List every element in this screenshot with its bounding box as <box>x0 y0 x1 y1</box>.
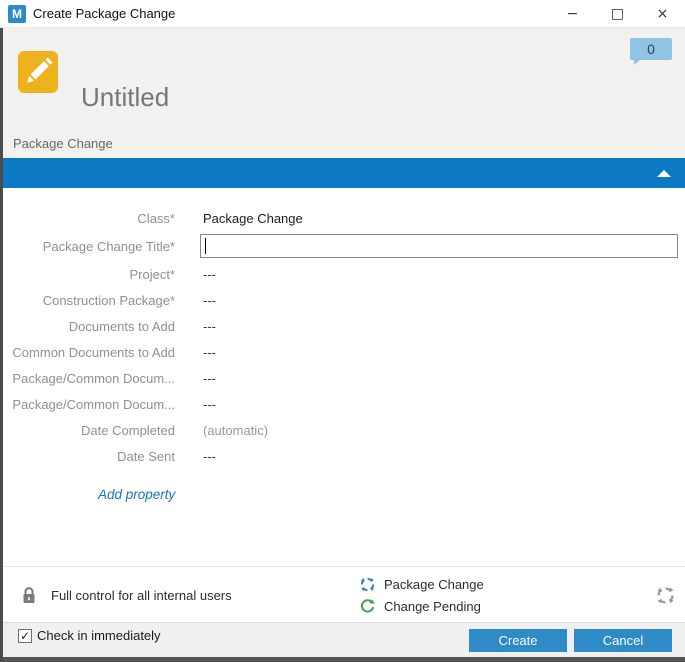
property-row: Package Change Title* <box>3 231 685 261</box>
mfiles-app-icon: M <box>8 4 26 23</box>
minimize-button[interactable]: − <box>550 0 595 27</box>
state-pending-icon <box>361 598 375 613</box>
property-value[interactable]: (automatic) <box>203 423 268 438</box>
property-value[interactable]: --- <box>203 449 216 464</box>
metadata-header: Untitled 0 Package Change <box>3 28 685 158</box>
close-button[interactable]: × <box>640 0 685 27</box>
property-rows: Class* Package Change Package Change Title… <box>3 205 685 469</box>
property-row: Date Completed (automatic) <box>3 417 685 443</box>
property-label: Package/Common Docum... <box>12 396 175 412</box>
dialog-buttons: Create Cancel <box>469 628 672 652</box>
property-row: Package/Common Docum... --- <box>3 365 685 391</box>
add-property-link[interactable]: Add property <box>98 487 175 502</box>
property-value[interactable]: --- <box>203 397 216 412</box>
property-row: Package/Common Docum... --- <box>3 391 685 417</box>
property-group-bar[interactable] <box>3 158 685 188</box>
object-title: Untitled <box>81 82 170 112</box>
property-label: Class* <box>137 210 175 226</box>
footer-info-section: Full control for all internal users Pack… <box>3 566 685 622</box>
workflow-cycle-icon <box>360 577 375 591</box>
property-label: Project* <box>129 266 175 282</box>
property-row: Project* --- <box>3 261 685 287</box>
dialog-body: Untitled 0 Package Change Class* Package … <box>0 28 685 662</box>
workflow-row[interactable]: Package Change <box>359 573 484 595</box>
property-value[interactable]: Package Change <box>203 211 303 226</box>
property-row: Construction Package* --- <box>3 287 685 313</box>
workflow-block: Package Change Change Pending <box>359 573 484 617</box>
window-title: Create Package Change <box>33 6 176 21</box>
property-label: Common Documents to Add <box>12 344 175 360</box>
property-label: Construction Package* <box>42 292 175 308</box>
title-bar: M Create Package Change − □ × <box>0 0 685 28</box>
checkin-group[interactable]: ✓ Check in immediately <box>18 628 161 643</box>
create-button[interactable]: Create <box>469 628 567 652</box>
property-label: Package/Common Docum... <box>12 370 175 386</box>
property-row: Date Sent --- <box>3 443 685 469</box>
cancel-button[interactable]: Cancel <box>574 628 672 652</box>
state-row[interactable]: Change Pending <box>359 595 484 617</box>
state-name: Change Pending <box>384 598 481 614</box>
property-label: Date Completed <box>81 422 175 438</box>
property-grid: Class* Package Change Package Change Title… <box>3 188 685 566</box>
property-label: Package Change Title* <box>42 238 175 254</box>
create-package-change-dialog: M Create Package Change − □ × Untitled 0… <box>0 0 685 662</box>
property-label: Date Sent <box>117 448 175 464</box>
window-controls: − □ × <box>550 0 685 27</box>
property-row: Common Documents to Add --- <box>3 339 685 365</box>
property-value[interactable]: --- <box>203 319 216 334</box>
property-value[interactable]: --- <box>203 371 216 386</box>
property-value[interactable]: --- <box>203 267 216 282</box>
text-caret <box>205 238 206 254</box>
package-change-title-field <box>200 234 678 258</box>
property-value[interactable]: --- <box>203 345 216 360</box>
checkin-checkbox[interactable]: ✓ <box>18 628 32 643</box>
package-change-title-input[interactable] <box>200 234 678 258</box>
checkin-label: Check in immediately <box>37 628 161 643</box>
comments-badge[interactable]: 0 <box>630 38 672 65</box>
property-row: Class* Package Change <box>3 205 685 231</box>
refresh-workflow-icon[interactable] <box>655 585 676 611</box>
window-bottom-edge <box>3 657 685 662</box>
maximize-button[interactable]: □ <box>595 0 640 27</box>
property-label: Documents to Add <box>68 318 175 334</box>
workflow-name: Package Change <box>384 576 484 592</box>
lock-icon <box>21 586 37 609</box>
permissions-text[interactable]: Full control for all internal users <box>51 588 232 603</box>
collapse-arrow-icon[interactable] <box>657 170 671 177</box>
property-value[interactable]: --- <box>203 293 216 308</box>
document-pencil-icon <box>17 49 59 100</box>
bottom-bar: ✓ Check in immediately Create Cancel <box>3 622 685 657</box>
property-row: Documents to Add --- <box>3 313 685 339</box>
tab-package-change[interactable]: Package Change <box>13 136 113 151</box>
